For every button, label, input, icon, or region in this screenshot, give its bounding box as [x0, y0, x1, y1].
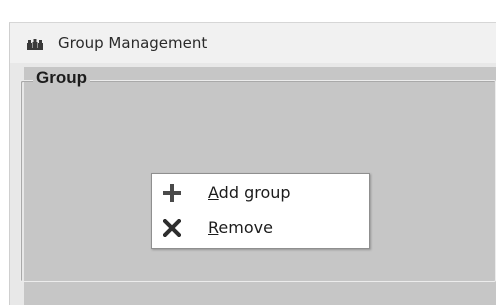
menu-item-remove[interactable]: Remove	[153, 212, 368, 244]
menu-item-add-group[interactable]: Add group	[153, 177, 368, 209]
group-people-icon	[27, 39, 43, 50]
x-delete-icon	[163, 219, 181, 237]
title-bar[interactable]: Group Management	[10, 23, 496, 63]
menu-item-label: Remove	[208, 218, 273, 237]
menu-mnemonic: R	[208, 218, 219, 237]
menu-label-text: dd group	[218, 183, 291, 202]
menu-label-text: emove	[218, 218, 273, 237]
window-title: Group Management	[58, 34, 208, 52]
context-menu: Add group Remove	[151, 173, 370, 249]
menu-item-label: Add group	[208, 183, 291, 202]
group-box-label: Group	[33, 67, 90, 89]
plus-icon	[163, 184, 181, 202]
menu-mnemonic: A	[208, 183, 219, 202]
